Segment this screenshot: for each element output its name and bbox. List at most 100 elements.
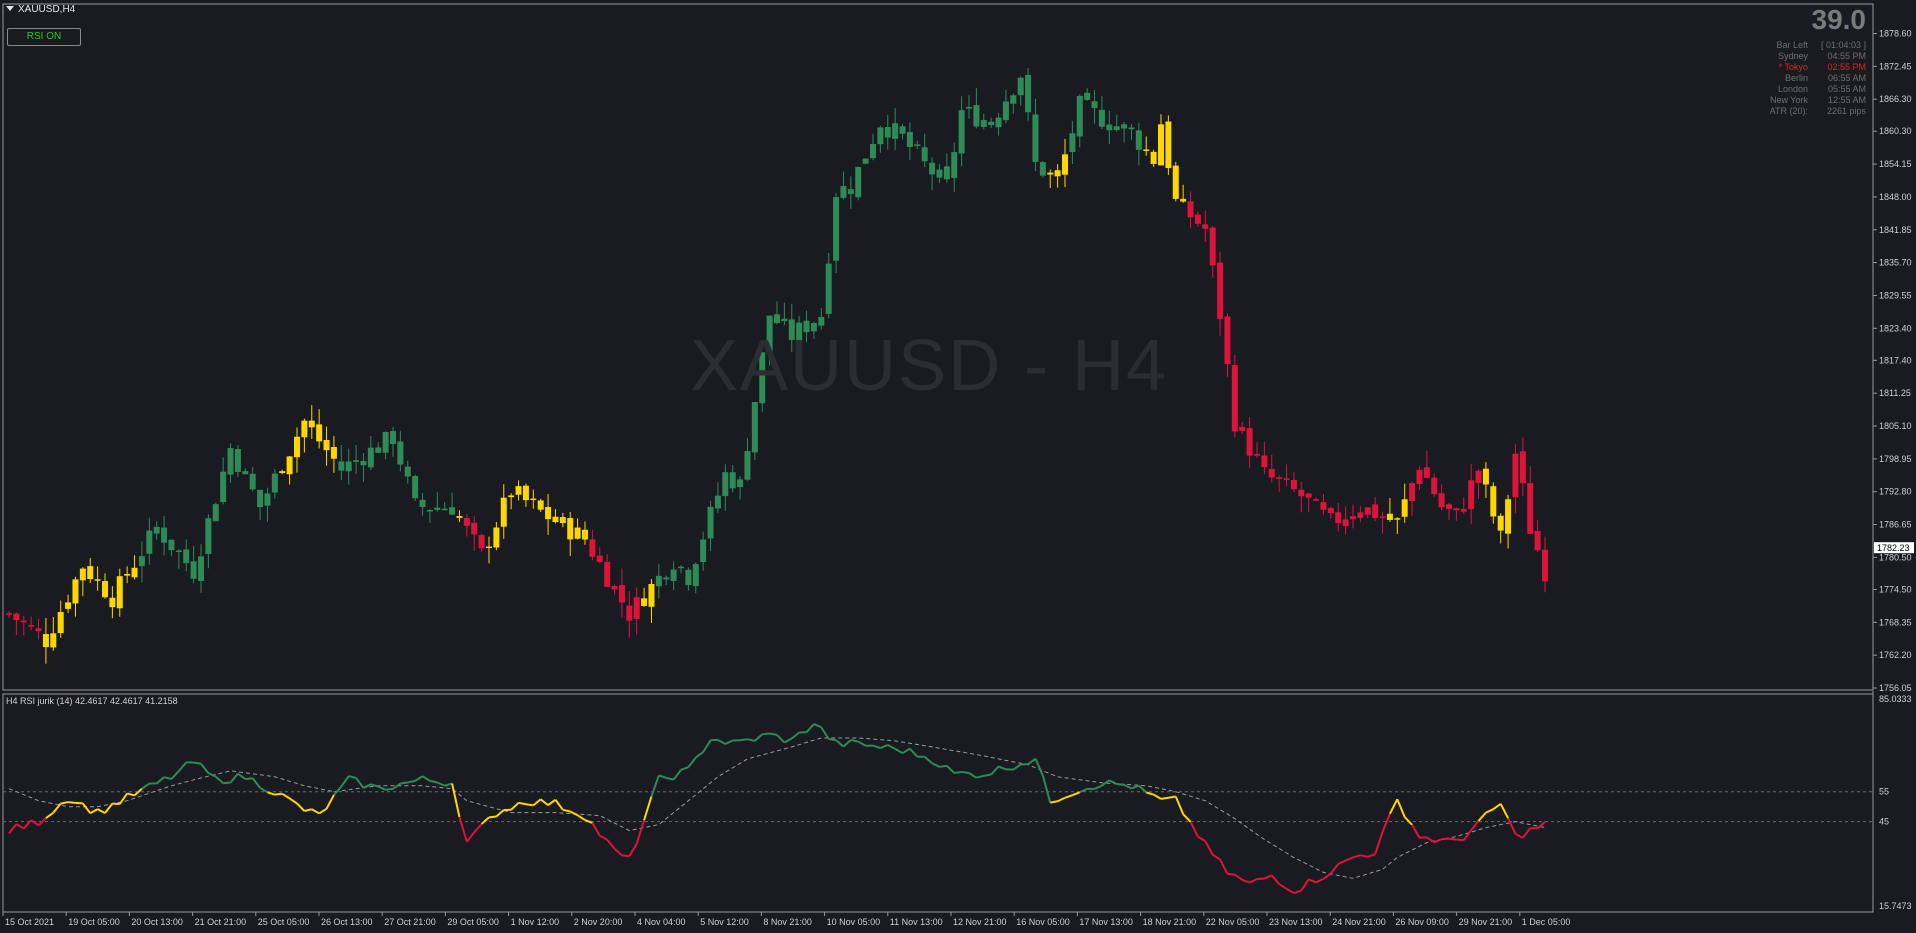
rsi-line-segment [237, 772, 246, 780]
candle-body [35, 628, 42, 632]
rsi-line-segment [902, 747, 911, 755]
candle-body [781, 318, 788, 322]
candle-body [242, 471, 249, 475]
candle-body [1113, 126, 1120, 131]
candle-body [87, 566, 94, 580]
rsi-line-segment [200, 763, 210, 774]
rsi-line-segment [118, 792, 128, 805]
time-axis-label: 18 Nov 21:00 [1143, 917, 1197, 927]
rsi-line-segment [628, 843, 638, 857]
rsi-line-segment [1300, 878, 1310, 892]
price-axis-label: 1792.80 [1879, 487, 1912, 497]
candle-body [1460, 509, 1467, 512]
candle-body [1165, 121, 1172, 169]
candle-body [1143, 149, 1150, 151]
rsi-line-segment [540, 798, 549, 807]
rsi-line-segment [547, 798, 557, 807]
rsi-toggle-button[interactable]: RSI ON [7, 28, 81, 46]
rsi-line-segment [318, 807, 328, 815]
rsi-line-segment [939, 764, 947, 768]
rsi-line-segment [635, 819, 646, 845]
rsi-line-segment [1145, 791, 1154, 796]
rsi-line-segment [385, 787, 394, 791]
candle-body [271, 473, 278, 493]
candle-body [168, 539, 175, 551]
candle-body [914, 144, 921, 146]
rsi-line-segment [613, 847, 623, 857]
price-axis-label: 1866.30 [1879, 94, 1912, 104]
rsi-line-segment [1470, 820, 1480, 831]
candle-body [1202, 224, 1209, 229]
candle-body [1527, 483, 1534, 534]
spread-value: 39.0 [1811, 4, 1867, 35]
rsi-line-segment [1293, 889, 1302, 895]
rsi-line-segment [45, 811, 54, 819]
candle-body [161, 527, 168, 543]
candle-body [751, 402, 758, 453]
rsi-line-segment [422, 775, 431, 782]
rsi-line-segment [954, 770, 962, 774]
rsi-line-segment [872, 744, 881, 750]
price-axis-label: 1817.40 [1879, 355, 1912, 365]
rsi-line-segment [193, 761, 202, 765]
candle-body [1032, 114, 1039, 163]
rsi-line-segment [857, 740, 867, 747]
time-axis-label: 21 Oct 21:00 [195, 917, 247, 927]
candle-body [973, 105, 980, 127]
rsi-line-segment [178, 761, 187, 772]
candle-body [175, 550, 182, 552]
rsi-line-segment [170, 770, 180, 780]
session-value: 05:55 AM [1827, 84, 1866, 94]
candle-body [1409, 483, 1416, 502]
candle-body [559, 517, 566, 523]
candle-body [360, 460, 367, 466]
session-label: Berlin [1784, 73, 1808, 83]
rsi-line-segment [325, 794, 335, 810]
time-axis-label: 19 Oct 05:00 [68, 917, 120, 927]
symbol-title[interactable]: XAUUSD,H4 [6, 4, 75, 15]
rsi-line-segment [606, 839, 616, 850]
candle-body [774, 314, 780, 324]
candle-body [722, 472, 729, 497]
candle-body [1320, 502, 1327, 510]
rsi-line-segment [363, 783, 372, 789]
candle-body [308, 420, 315, 428]
candle-body [936, 169, 943, 178]
candle-body [124, 574, 131, 576]
session-label: * Tokyo [1778, 62, 1808, 72]
rsi-line-segment [1389, 798, 1399, 815]
candle-body [330, 446, 337, 459]
session-label: London [1777, 84, 1808, 94]
candle-body [522, 485, 529, 501]
candle-body [28, 624, 35, 627]
session-label: Sydney [1777, 51, 1808, 61]
candle-body [737, 479, 744, 488]
rsi-line-segment [894, 748, 904, 755]
candle-body [1180, 198, 1187, 202]
candle-body [50, 633, 57, 648]
candle-body [367, 447, 374, 468]
rsi-line-segment [739, 738, 748, 742]
rsi-line-segment [1204, 840, 1214, 856]
candle-body [1335, 512, 1342, 524]
time-axis-label: 26 Oct 13:00 [321, 917, 373, 927]
candle-body [508, 495, 515, 498]
rsi-line-segment [8, 823, 18, 834]
rsi-line-segment [473, 823, 483, 833]
candle-body [1423, 467, 1430, 478]
indicator-pane-frame [2, 693, 1874, 913]
candle-body [94, 579, 101, 581]
chart-canvas[interactable]: 1878.60 1872.45 1866.30 1860.30 1854.15 1848.… [0, 0, 1916, 933]
rsi-line-segment [1153, 793, 1162, 800]
rsi-line-segment [968, 772, 977, 779]
chevron-down-icon[interactable] [6, 6, 14, 11]
rsi-line-segment [820, 726, 830, 740]
time-axis-label: 1 Dec 05:00 [1522, 917, 1571, 927]
candle-body [183, 549, 190, 564]
rsi-line-segment [141, 782, 150, 790]
rsi-line-segment [643, 796, 653, 821]
rsi-line-segment [769, 732, 778, 736]
candle-body [353, 460, 360, 462]
candle-body [102, 581, 108, 598]
candle-body [205, 518, 212, 554]
